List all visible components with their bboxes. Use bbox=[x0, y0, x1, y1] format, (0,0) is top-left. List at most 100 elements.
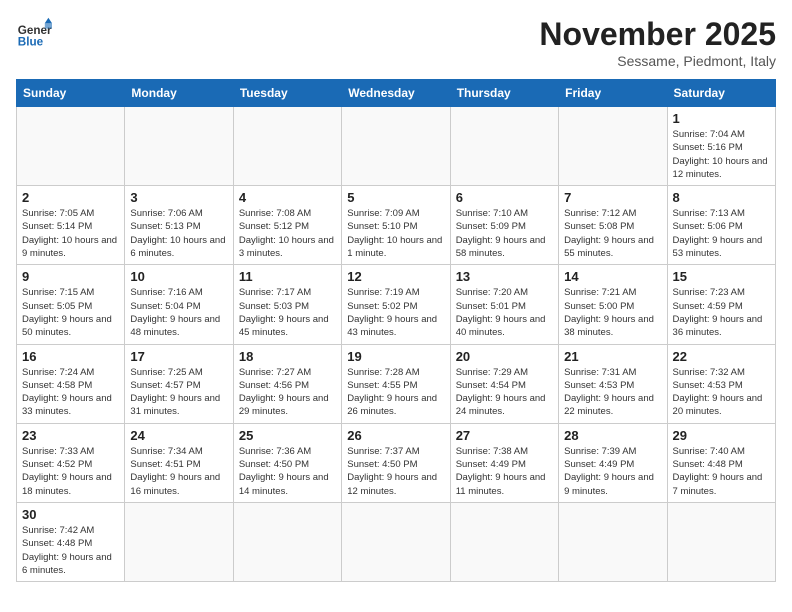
calendar-cell: 2 Sunrise: 7:05 AM Sunset: 5:14 PM Daylig… bbox=[17, 186, 125, 265]
day-info: Sunrise: 7:24 AM Sunset: 4:58 PM Dayligh… bbox=[22, 366, 119, 419]
header-saturday: Saturday bbox=[667, 80, 775, 107]
header-sunday: Sunday bbox=[17, 80, 125, 107]
calendar-cell bbox=[559, 107, 667, 186]
day-number: 9 bbox=[22, 269, 119, 284]
day-info: Sunrise: 7:27 AM Sunset: 4:56 PM Dayligh… bbox=[239, 366, 336, 419]
calendar-cell: 13Sunrise: 7:20 AM Sunset: 5:01 PM Dayli… bbox=[450, 265, 558, 344]
day-info: Sunrise: 7:08 AM Sunset: 5:12 PM Dayligh… bbox=[239, 207, 336, 260]
calendar-cell: 28Sunrise: 7:39 AM Sunset: 4:49 PM Dayli… bbox=[559, 423, 667, 502]
calendar-cell: 3 Sunrise: 7:06 AM Sunset: 5:13 PM Daylig… bbox=[125, 186, 233, 265]
day-number: 15 bbox=[673, 269, 770, 284]
calendar-cell: 15 Sunrise: 7:23 AM Sunset: 4:59 PM Dayli… bbox=[667, 265, 775, 344]
page-header: General Blue November 2025 Sessame, Pied… bbox=[16, 16, 776, 69]
day-number: 2 bbox=[22, 190, 119, 205]
day-info: Sunrise: 7:16 AM Sunset: 5:04 PM Dayligh… bbox=[130, 286, 227, 339]
calendar-cell: 27Sunrise: 7:38 AM Sunset: 4:49 PM Dayli… bbox=[450, 423, 558, 502]
calendar-cell: 5 Sunrise: 7:09 AM Sunset: 5:10 PM Daylig… bbox=[342, 186, 450, 265]
day-info: Sunrise: 7:37 AM Sunset: 4:50 PM Dayligh… bbox=[347, 445, 444, 498]
day-number: 5 bbox=[347, 190, 444, 205]
calendar-header-row: SundayMondayTuesdayWednesdayThursdayFrid… bbox=[17, 80, 776, 107]
calendar-week-row: 30 Sunrise: 7:42 AM Sunset: 4:48 PM Dayli… bbox=[17, 502, 776, 581]
calendar-week-row: 9 Sunrise: 7:15 AM Sunset: 5:05 PM Daylig… bbox=[17, 265, 776, 344]
calendar-cell: 23 Sunrise: 7:33 AM Sunset: 4:52 PM Dayli… bbox=[17, 423, 125, 502]
day-number: 4 bbox=[239, 190, 336, 205]
day-info: Sunrise: 7:32 AM Sunset: 4:53 PM Dayligh… bbox=[673, 366, 770, 419]
day-info: Sunrise: 7:36 AM Sunset: 4:50 PM Dayligh… bbox=[239, 445, 336, 498]
calendar-cell bbox=[559, 502, 667, 581]
calendar-cell: 30 Sunrise: 7:42 AM Sunset: 4:48 PM Dayli… bbox=[17, 502, 125, 581]
day-number: 20 bbox=[456, 349, 553, 364]
calendar-cell: 10Sunrise: 7:16 AM Sunset: 5:04 PM Dayli… bbox=[125, 265, 233, 344]
day-info: Sunrise: 7:38 AM Sunset: 4:49 PM Dayligh… bbox=[456, 445, 553, 498]
day-info: Sunrise: 7:34 AM Sunset: 4:51 PM Dayligh… bbox=[130, 445, 227, 498]
day-info: Sunrise: 7:23 AM Sunset: 4:59 PM Dayligh… bbox=[673, 286, 770, 339]
calendar-cell: 12 Sunrise: 7:19 AM Sunset: 5:02 PM Dayli… bbox=[342, 265, 450, 344]
header-tuesday: Tuesday bbox=[233, 80, 341, 107]
calendar-cell bbox=[342, 502, 450, 581]
day-number: 19 bbox=[347, 349, 444, 364]
location-subtitle: Sessame, Piedmont, Italy bbox=[539, 53, 776, 69]
calendar-cell: 20 Sunrise: 7:29 AM Sunset: 4:54 PM Dayli… bbox=[450, 344, 558, 423]
calendar-cell: 6 Sunrise: 7:10 AM Sunset: 5:09 PM Daylig… bbox=[450, 186, 558, 265]
calendar-week-row: 2 Sunrise: 7:05 AM Sunset: 5:14 PM Daylig… bbox=[17, 186, 776, 265]
day-info: Sunrise: 7:19 AM Sunset: 5:02 PM Dayligh… bbox=[347, 286, 444, 339]
calendar-cell bbox=[450, 502, 558, 581]
day-info: Sunrise: 7:40 AM Sunset: 4:48 PM Dayligh… bbox=[673, 445, 770, 498]
day-number: 23 bbox=[22, 428, 119, 443]
day-number: 28 bbox=[564, 428, 661, 443]
day-number: 12 bbox=[347, 269, 444, 284]
day-info: Sunrise: 7:33 AM Sunset: 4:52 PM Dayligh… bbox=[22, 445, 119, 498]
day-info: Sunrise: 7:10 AM Sunset: 5:09 PM Dayligh… bbox=[456, 207, 553, 260]
day-info: Sunrise: 7:12 AM Sunset: 5:08 PM Dayligh… bbox=[564, 207, 661, 260]
day-number: 22 bbox=[673, 349, 770, 364]
day-number: 6 bbox=[456, 190, 553, 205]
day-info: Sunrise: 7:29 AM Sunset: 4:54 PM Dayligh… bbox=[456, 366, 553, 419]
day-info: Sunrise: 7:15 AM Sunset: 5:05 PM Dayligh… bbox=[22, 286, 119, 339]
calendar-cell bbox=[450, 107, 558, 186]
calendar-week-row: 1 Sunrise: 7:04 AM Sunset: 5:16 PM Daylig… bbox=[17, 107, 776, 186]
calendar-cell: 17Sunrise: 7:25 AM Sunset: 4:57 PM Dayli… bbox=[125, 344, 233, 423]
month-title: November 2025 bbox=[539, 16, 776, 53]
day-number: 14 bbox=[564, 269, 661, 284]
header-monday: Monday bbox=[125, 80, 233, 107]
calendar-cell bbox=[233, 502, 341, 581]
calendar-cell: 21 Sunrise: 7:31 AM Sunset: 4:53 PM Dayli… bbox=[559, 344, 667, 423]
day-info: Sunrise: 7:05 AM Sunset: 5:14 PM Dayligh… bbox=[22, 207, 119, 260]
calendar-cell: 18 Sunrise: 7:27 AM Sunset: 4:56 PM Dayli… bbox=[233, 344, 341, 423]
svg-text:Blue: Blue bbox=[18, 36, 44, 49]
calendar-cell: 29 Sunrise: 7:40 AM Sunset: 4:48 PM Dayli… bbox=[667, 423, 775, 502]
day-info: Sunrise: 7:09 AM Sunset: 5:10 PM Dayligh… bbox=[347, 207, 444, 260]
logo: General Blue bbox=[16, 16, 52, 52]
day-number: 13 bbox=[456, 269, 553, 284]
day-number: 1 bbox=[673, 111, 770, 126]
day-number: 3 bbox=[130, 190, 227, 205]
header-friday: Friday bbox=[559, 80, 667, 107]
calendar-cell: 16 Sunrise: 7:24 AM Sunset: 4:58 PM Dayli… bbox=[17, 344, 125, 423]
day-number: 16 bbox=[22, 349, 119, 364]
day-info: Sunrise: 7:13 AM Sunset: 5:06 PM Dayligh… bbox=[673, 207, 770, 260]
calendar-cell bbox=[125, 107, 233, 186]
day-info: Sunrise: 7:25 AM Sunset: 4:57 PM Dayligh… bbox=[130, 366, 227, 419]
calendar-cell: 9 Sunrise: 7:15 AM Sunset: 5:05 PM Daylig… bbox=[17, 265, 125, 344]
calendar-cell: 14Sunrise: 7:21 AM Sunset: 5:00 PM Dayli… bbox=[559, 265, 667, 344]
day-info: Sunrise: 7:06 AM Sunset: 5:13 PM Dayligh… bbox=[130, 207, 227, 260]
day-number: 25 bbox=[239, 428, 336, 443]
calendar-cell bbox=[125, 502, 233, 581]
day-info: Sunrise: 7:17 AM Sunset: 5:03 PM Dayligh… bbox=[239, 286, 336, 339]
calendar-week-row: 16 Sunrise: 7:24 AM Sunset: 4:58 PM Dayli… bbox=[17, 344, 776, 423]
day-number: 29 bbox=[673, 428, 770, 443]
day-info: Sunrise: 7:04 AM Sunset: 5:16 PM Dayligh… bbox=[673, 128, 770, 181]
title-block: November 2025 Sessame, Piedmont, Italy bbox=[539, 16, 776, 69]
day-info: Sunrise: 7:28 AM Sunset: 4:55 PM Dayligh… bbox=[347, 366, 444, 419]
day-info: Sunrise: 7:42 AM Sunset: 4:48 PM Dayligh… bbox=[22, 524, 119, 577]
day-number: 30 bbox=[22, 507, 119, 522]
day-number: 21 bbox=[564, 349, 661, 364]
calendar-cell bbox=[342, 107, 450, 186]
day-number: 7 bbox=[564, 190, 661, 205]
calendar-cell bbox=[17, 107, 125, 186]
calendar-cell: 8Sunrise: 7:13 AM Sunset: 5:06 PM Daylig… bbox=[667, 186, 775, 265]
calendar-cell: 24Sunrise: 7:34 AM Sunset: 4:51 PM Dayli… bbox=[125, 423, 233, 502]
calendar-cell: 4 Sunrise: 7:08 AM Sunset: 5:12 PM Daylig… bbox=[233, 186, 341, 265]
day-info: Sunrise: 7:31 AM Sunset: 4:53 PM Dayligh… bbox=[564, 366, 661, 419]
day-number: 18 bbox=[239, 349, 336, 364]
